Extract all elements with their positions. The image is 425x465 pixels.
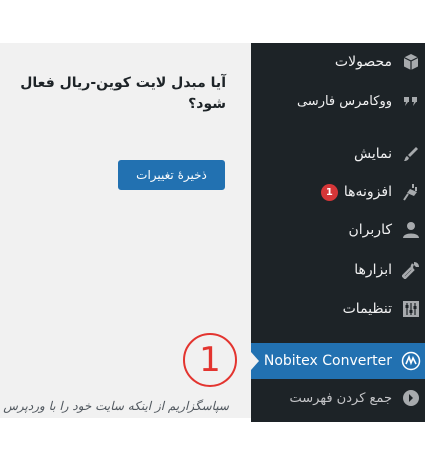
sidebar-item-label: نمایش bbox=[353, 146, 392, 162]
brush-icon bbox=[401, 144, 421, 164]
sidebar-item-woocommerce[interactable]: ووکامرس فارسی bbox=[251, 84, 425, 118]
collapse-menu-button[interactable]: جمع کردن فهرست bbox=[251, 381, 425, 415]
sidebar-item-tools[interactable]: ابزارها bbox=[251, 253, 425, 287]
footer-thanks-text: سپاسگزاریم از اینکه سایت خود را با وردپر… bbox=[3, 399, 229, 413]
sidebar-item-products[interactable]: محصولات bbox=[251, 45, 425, 79]
sidebar-item-label: کاربران bbox=[348, 222, 392, 238]
update-count-badge: 1 bbox=[320, 183, 338, 201]
sidebar-item-label: جمع کردن فهرست bbox=[289, 390, 392, 406]
annotation-number: 1 bbox=[199, 340, 221, 380]
save-changes-button[interactable]: ذخیرهٔ تغییرات bbox=[118, 160, 225, 190]
sidebar-item-nobitex-converter[interactable]: Nobitex Converter bbox=[251, 343, 425, 379]
sidebar-item-plugins[interactable]: افزونه‌ها 1 bbox=[251, 175, 425, 209]
plug-icon bbox=[401, 182, 421, 202]
sidebar-item-label: تنظیمات bbox=[342, 301, 392, 317]
sidebar-item-label: ووکامرس فارسی bbox=[296, 93, 392, 109]
quote-icon bbox=[401, 91, 421, 111]
user-icon bbox=[401, 220, 421, 240]
box-icon bbox=[401, 52, 421, 72]
active-menu-pointer bbox=[251, 352, 259, 370]
sidebar-item-label: محصولات bbox=[334, 54, 392, 70]
sidebar-item-label: افزونه‌ها bbox=[343, 184, 392, 200]
sidebar-item-appearance[interactable]: نمایش bbox=[251, 137, 425, 171]
sidebar-item-label: ابزارها bbox=[354, 262, 392, 278]
wrench-icon bbox=[401, 260, 421, 280]
setting-question: آیا مبدل لایت کوین-ریال فعال شود؟ bbox=[20, 75, 226, 112]
annotation-number-circle: 1 bbox=[183, 333, 237, 387]
collapse-arrow-icon bbox=[401, 388, 421, 408]
sidebar-item-settings[interactable]: تنظیمات bbox=[251, 292, 425, 326]
settings-sliders-icon bbox=[401, 299, 421, 319]
sidebar-item-label: Nobitex Converter bbox=[263, 353, 392, 369]
sidebar-item-users[interactable]: کاربران bbox=[251, 213, 425, 247]
nobitex-logo-icon bbox=[401, 351, 421, 371]
